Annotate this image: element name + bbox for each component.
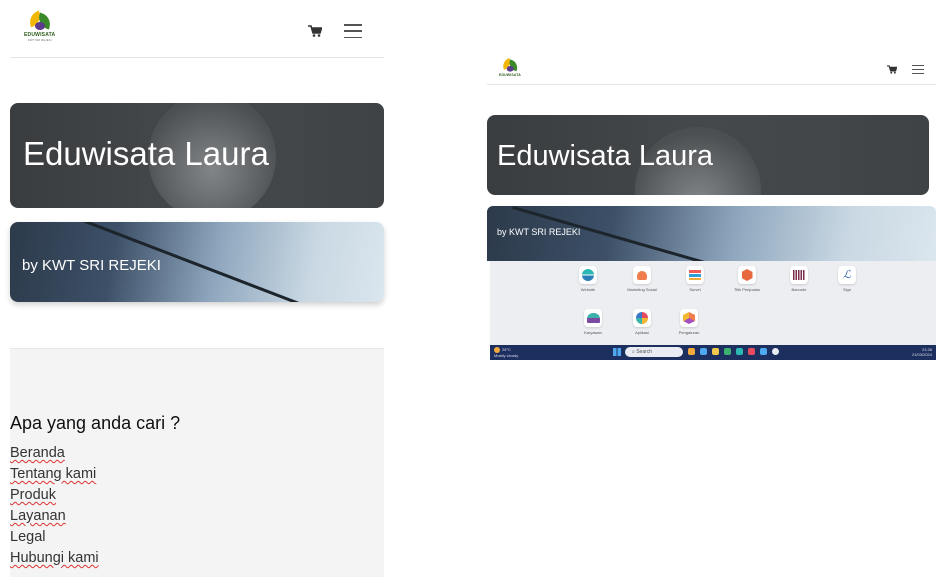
subtitle-text: by KWT SRI REJEKI <box>497 227 581 237</box>
logo-text: EDUWISATA <box>499 73 521 78</box>
settings-icon <box>683 312 695 324</box>
app-aplikasi[interactable]: Aplikasi <box>617 309 667 335</box>
desktop-view: EDUWISATA Eduwisata Laura by KWT SRI REJ… <box>487 55 936 365</box>
app-label: Website <box>580 287 596 292</box>
windows-taskbar: 28°C Mostly cloudy ⌕ Search 23.38 21/03/… <box>490 345 936 360</box>
logo-subtext: KWT SRI REJEKI <box>27 38 52 42</box>
brand-logo[interactable]: EDUWISATA <box>499 58 521 78</box>
app-label: Sign <box>842 287 851 292</box>
taskbar-search-input[interactable]: ⌕ Search <box>625 347 683 357</box>
menu-item-layanan[interactable]: Layanan <box>10 506 99 527</box>
apps-icon <box>636 312 648 324</box>
desktop-header: EDUWISATA <box>487 55 936 85</box>
menu-list: Beranda Tentang kami Produk Layanan Lega… <box>10 443 99 569</box>
menu-item-label: Tentang kami <box>10 466 97 482</box>
hamburger-menu-icon[interactable] <box>912 65 924 74</box>
folder-icon[interactable] <box>712 348 719 355</box>
hamburger-menu-icon[interactable] <box>344 24 362 38</box>
leaf-logo-icon <box>27 10 53 32</box>
employees-icon <box>586 313 600 323</box>
app-label: Aplikasi <box>635 330 649 335</box>
app-icon[interactable] <box>760 348 767 355</box>
mobile-header: EDUWISATA KWT SRI REJEKI <box>10 0 384 58</box>
app-barcode[interactable]: Barcode <box>774 266 824 292</box>
mobile-view: EDUWISATA KWT SRI REJEKI Eduwisata Laura… <box>0 0 400 577</box>
hero-title: Eduwisata Laura <box>497 140 714 172</box>
app-marketing-sosial[interactable]: Marketing Sosial <box>617 266 667 292</box>
survey-icon <box>689 270 701 280</box>
weather-temp: 28°C <box>502 347 511 353</box>
app-label: Karyawan <box>584 330 602 335</box>
pos-icon <box>741 269 753 281</box>
cart-icon[interactable] <box>308 25 322 37</box>
app-launcher: Website Marketing Sosial Survei Titik Pe… <box>490 261 936 345</box>
edge-icon[interactable] <box>736 348 743 355</box>
subtitle-text: by KWT SRI REJEKI <box>22 257 161 274</box>
menu-item-legal[interactable]: Legal <box>10 527 99 548</box>
sign-icon: ℒ <box>843 268 851 281</box>
menu-item-beranda[interactable]: Beranda <box>10 443 99 464</box>
app-label: Survei <box>689 287 701 292</box>
menu-item-label: Legal <box>10 529 46 545</box>
leaf-logo-icon <box>501 58 519 73</box>
footer-menu: Apa yang anda cari ? Beranda Tentang kam… <box>10 348 384 577</box>
subtitle-banner: by KWT SRI REJEKI <box>10 222 384 302</box>
app-label: Barcode <box>791 287 807 292</box>
app-sign[interactable]: ℒ Sign <box>822 266 872 292</box>
clock-date: 21/03/2024 <box>911 352 932 357</box>
search-placeholder: Search <box>636 349 653 355</box>
mail-icon[interactable] <box>700 348 707 355</box>
app-label: Titik Penjualan <box>733 287 761 292</box>
weather-desc: Mostly cloudy <box>494 353 519 358</box>
hero-banner: Eduwisata Laura <box>487 115 929 195</box>
hero-title: Eduwisata Laura <box>23 135 269 172</box>
media-icon[interactable] <box>748 348 755 355</box>
app-karyawan[interactable]: Karyawan <box>568 309 618 335</box>
menu-item-label: Beranda <box>10 445 65 461</box>
hero-banner: Eduwisata Laura <box>10 103 384 208</box>
menu-item-label: Layanan <box>10 508 66 524</box>
brand-logo[interactable]: EDUWISATA KWT SRI REJEKI <box>24 10 55 42</box>
menu-item-produk[interactable]: Produk <box>10 485 99 506</box>
taskbar-pinned-apps <box>688 348 779 355</box>
barcode-icon <box>793 270 805 280</box>
windows-start-icon[interactable] <box>613 348 621 356</box>
store-icon[interactable] <box>724 348 731 355</box>
menu-item-hubungi-kami[interactable]: Hubungi kami <box>10 548 99 569</box>
app-survei[interactable]: Survei <box>670 266 720 292</box>
cart-icon[interactable] <box>887 65 897 74</box>
weather-widget[interactable]: 28°C Mostly cloudy <box>494 347 518 358</box>
website-icon <box>582 269 594 281</box>
menu-item-label: Produk <box>10 487 56 503</box>
heart-icon <box>637 270 647 280</box>
app-titik-penjualan[interactable]: Titik Penjualan <box>722 266 772 292</box>
subtitle-banner: by KWT SRI REJEKI <box>487 206 936 261</box>
menu-item-tentang-kami[interactable]: Tentang kami <box>10 464 99 485</box>
app-website[interactable]: Website <box>563 266 613 292</box>
file-explorer-icon[interactable] <box>688 348 695 355</box>
system-tray-clock[interactable]: 23.38 21/03/2024 <box>912 347 932 357</box>
app-label: Marketing Sosial <box>627 287 657 292</box>
chrome-icon[interactable] <box>772 348 779 355</box>
menu-heading: Apa yang anda cari ? <box>10 413 181 433</box>
app-pengaturan[interactable]: Pengaturan <box>664 309 714 335</box>
app-label: Pengaturan <box>678 330 700 335</box>
menu-item-label: Hubungi kami <box>10 550 99 566</box>
